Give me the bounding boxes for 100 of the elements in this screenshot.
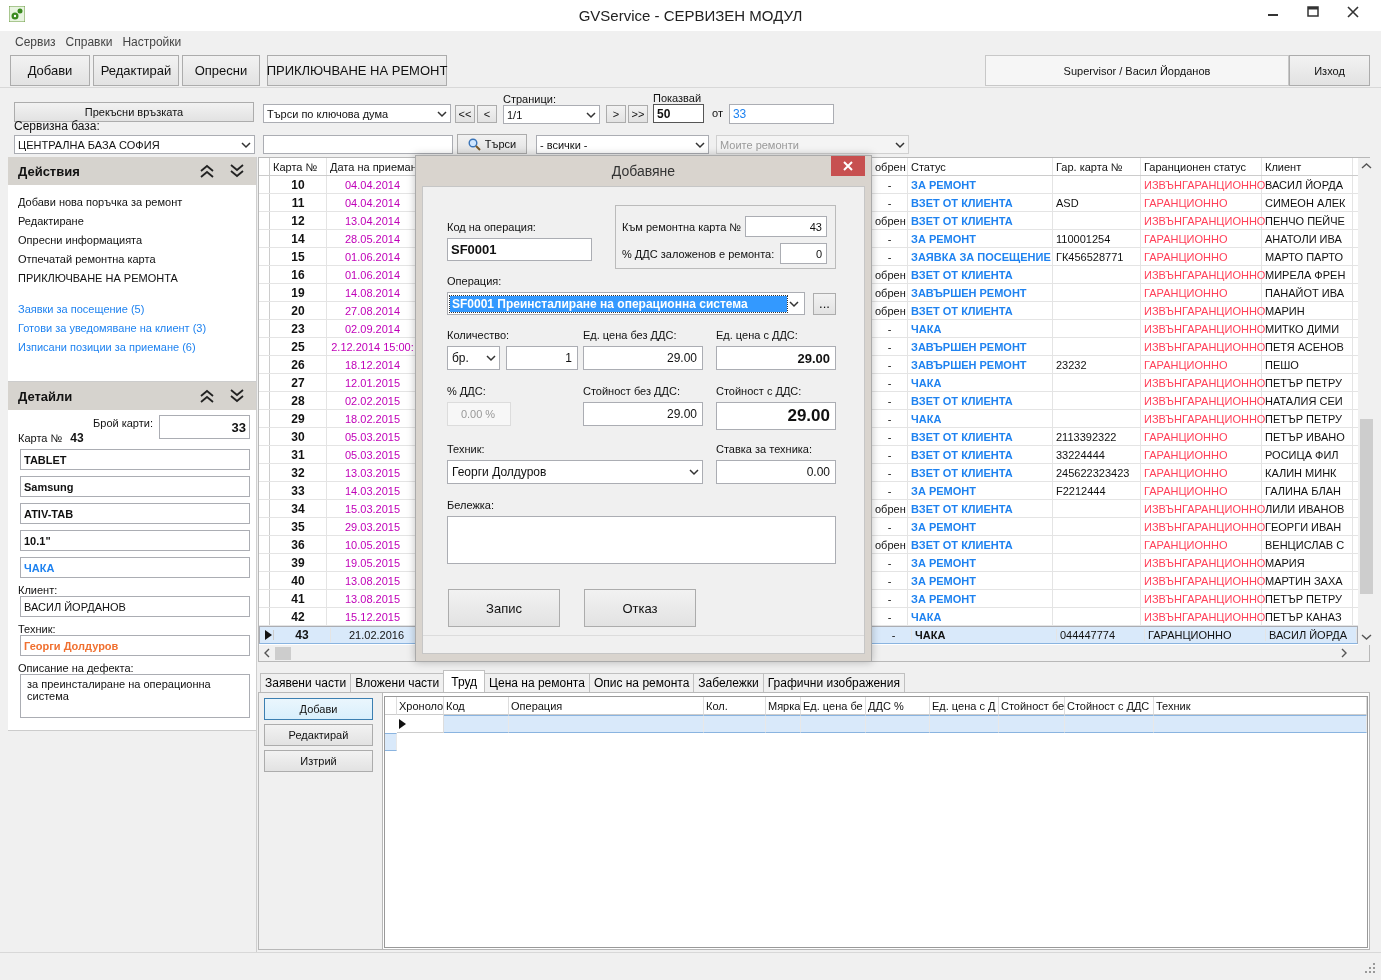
- vat-percent-field: 0.00 %: [447, 402, 511, 426]
- action-link[interactable]: Добави нова поръчка за ремонт: [8, 193, 256, 212]
- column-header[interactable]: Клиент: [1262, 158, 1353, 175]
- column-header[interactable]: Хроноло: [397, 697, 444, 715]
- resize-grip-icon: [1365, 963, 1375, 973]
- toolbar-button[interactable]: Редактирай: [93, 55, 179, 86]
- dialog-button[interactable]: Отказ: [584, 589, 696, 627]
- total-count-field: 33: [728, 104, 834, 124]
- status-cell: ЗА РЕМОНТ: [908, 554, 1053, 571]
- actions-title: Действия: [18, 163, 81, 179]
- card-number: 27: [270, 374, 327, 391]
- show-count-field[interactable]: 50: [653, 104, 704, 123]
- repair-card-field[interactable]: 43: [745, 216, 827, 237]
- base-label: Сервизна база:: [14, 119, 101, 133]
- page-dropdown[interactable]: 1/1: [503, 105, 600, 124]
- defect-field: за преинсталиране на операционна система: [20, 674, 250, 718]
- client-field: ВАСИЛ ЙОРДАНОВ: [20, 596, 250, 617]
- column-header[interactable]: Гар. карта №: [1053, 158, 1141, 175]
- action-link[interactable]: Редактиране: [8, 212, 256, 231]
- toolbar-button[interactable]: Добави: [10, 55, 90, 86]
- menu-item[interactable]: Сервиз: [10, 35, 61, 49]
- total-vat-label: Стойност с ДДС:: [716, 385, 803, 398]
- exit-button[interactable]: Изход: [1289, 55, 1370, 86]
- search-mode-dropdown[interactable]: Търси по ключова дума: [263, 104, 451, 123]
- status-cell: ЧАКА: [908, 410, 1053, 427]
- operation-code-field[interactable]: SF0001: [447, 238, 592, 261]
- unit-dropdown[interactable]: бр.: [447, 346, 500, 370]
- action-link[interactable]: ПРИКЛЮЧВАНЕ НА РЕМОНТА: [8, 269, 256, 288]
- labor-button[interactable]: Редактирай: [264, 724, 373, 746]
- pages-label: Страници:: [503, 93, 557, 105]
- operation-label: Операция:: [447, 275, 503, 288]
- warranty-card-cell: F2212444: [1053, 482, 1141, 499]
- close-button[interactable]: [831, 156, 865, 176]
- detail-field: ATIV-TAB: [20, 503, 250, 524]
- card-number: 29: [270, 410, 327, 427]
- column-header[interactable]: Карта №: [270, 158, 327, 175]
- labor-button[interactable]: Добави: [264, 698, 373, 720]
- browse-button[interactable]: ...: [813, 292, 836, 315]
- card-number: 34: [270, 500, 327, 517]
- next-page-button[interactable]: >: [606, 105, 626, 123]
- vat-included-field[interactable]: 0: [780, 243, 827, 264]
- client-cell: РОСИЦА ФИЛ: [1262, 446, 1353, 463]
- card-number: 14: [270, 230, 327, 247]
- status-cell: ВЗЕТ ОТ КЛИЕНТА: [908, 500, 1053, 517]
- tab[interactable]: Заявени части: [260, 673, 352, 692]
- card-number: 35: [270, 518, 327, 535]
- dialog-button[interactable]: Запис: [448, 589, 560, 627]
- action-link[interactable]: Опресни информацията: [8, 231, 256, 250]
- quantity-field[interactable]: 1: [506, 346, 578, 370]
- expand-icon[interactable]: [228, 388, 246, 404]
- technician-rate-field[interactable]: 0.00: [716, 460, 836, 484]
- toolbar-button[interactable]: ПРИКЛЮЧВАНЕ НА РЕМОНТ: [267, 55, 447, 86]
- warranty-card-cell: 33224444: [1053, 446, 1141, 463]
- menu-item[interactable]: Настройки: [117, 35, 187, 49]
- column-header[interactable]: Статус: [908, 158, 1053, 175]
- total-field[interactable]: 29.00: [583, 402, 703, 426]
- search-field[interactable]: [263, 135, 453, 154]
- unit-price-vat-field[interactable]: 29.00: [716, 346, 836, 370]
- toolbar-button[interactable]: Опресни: [182, 55, 260, 86]
- card-number: 43: [70, 431, 84, 445]
- column-header[interactable]: Гаранционен статус: [1141, 158, 1262, 175]
- status-cell: ЗА РЕМОНТ: [908, 590, 1053, 607]
- expand-icon[interactable]: [228, 163, 246, 179]
- app-gears-icon: [9, 6, 25, 22]
- action-link[interactable]: Готови за уведомяване на клиент (3): [8, 319, 256, 338]
- labor-button[interactable]: Изтрий: [264, 750, 373, 772]
- note-field[interactable]: [447, 516, 836, 564]
- table-cell: [766, 715, 801, 733]
- scroll-thumb[interactable]: [1360, 419, 1373, 594]
- tab[interactable]: Опис на ремонта: [588, 673, 695, 692]
- total-vat-field[interactable]: 29.00: [716, 402, 836, 430]
- unit-price-field[interactable]: 29.00: [583, 346, 703, 370]
- action-link[interactable]: Отпечатай ремонтна карта: [8, 250, 256, 269]
- status-cell: ВЗЕТ ОТ КЛИЕНТА: [908, 212, 1053, 229]
- last-page-button[interactable]: >>: [628, 105, 648, 123]
- menu-item[interactable]: Справки: [60, 35, 118, 49]
- collapse-icon[interactable]: [198, 163, 216, 179]
- search-button[interactable]: Търси: [457, 134, 527, 154]
- status-cell: ВЗЕТ ОТ КЛИЕНТА: [908, 428, 1053, 445]
- warranty-status-cell: ГАРАНЦИОННО: [1141, 194, 1262, 211]
- card-number: 28: [270, 392, 327, 409]
- tab[interactable]: Цена на ремонта: [484, 673, 590, 692]
- action-link[interactable]: Заявки за посещение (5): [8, 300, 256, 319]
- client-cell: ВЕНЦИСЛАВ С: [1262, 536, 1353, 553]
- technician-dropdown[interactable]: Георги Долдуров: [447, 460, 703, 484]
- details-title: Детайли: [18, 388, 74, 404]
- technician-label: Техник:: [17, 623, 57, 635]
- scroll-thumb[interactable]: [275, 646, 291, 660]
- status-filter-dropdown[interactable]: - всички -: [536, 135, 709, 154]
- status-cell: ЧАКА: [908, 320, 1053, 337]
- warranty-status-cell: ГАРАНЦИОННО: [1141, 428, 1262, 445]
- base-dropdown[interactable]: ЦЕНТРАЛНА БАЗА СОФИЯ: [14, 135, 255, 154]
- prev-page-button[interactable]: <: [477, 105, 497, 123]
- tab[interactable]: Труд: [443, 670, 486, 692]
- card-number: 30: [270, 428, 327, 445]
- card-number: 15: [270, 248, 327, 265]
- tab[interactable]: Графични изображения: [762, 673, 905, 692]
- first-page-button[interactable]: <<: [455, 105, 475, 123]
- collapse-icon[interactable]: [198, 388, 216, 404]
- action-link[interactable]: Изписани позиции за приемане (6): [8, 338, 256, 357]
